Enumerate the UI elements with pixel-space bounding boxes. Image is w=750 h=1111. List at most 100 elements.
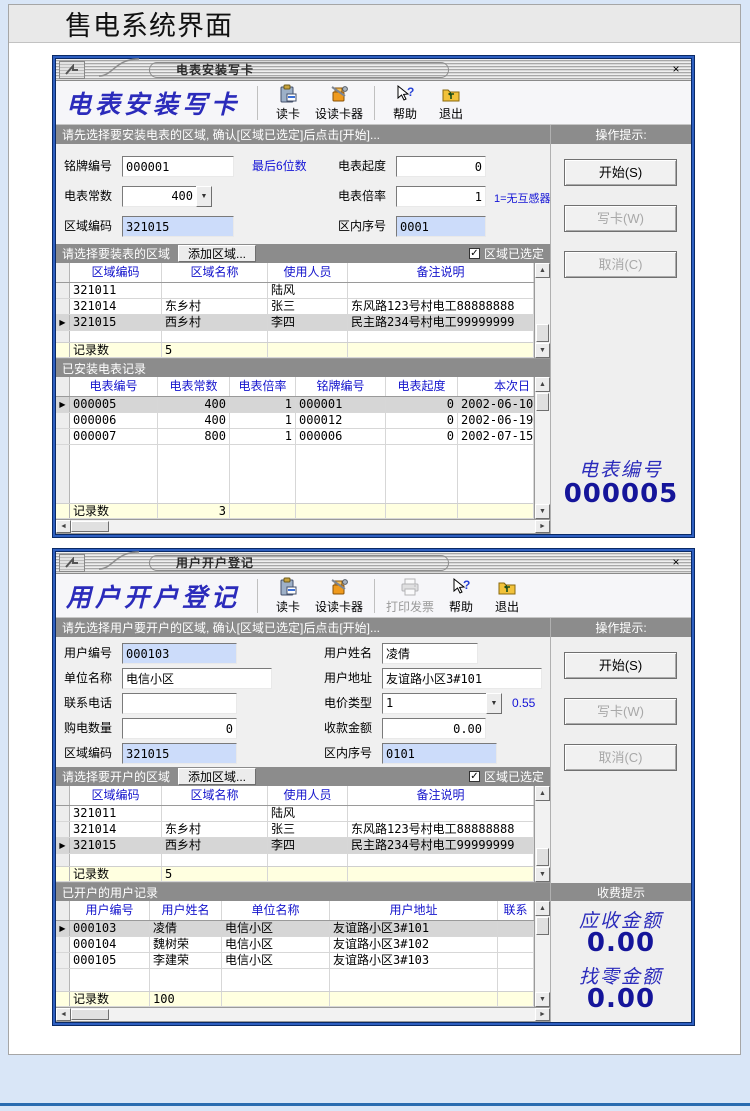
add-area-button[interactable]: 添加区域... [178, 245, 256, 262]
start-reading-input[interactable] [396, 156, 486, 177]
scroll-left-icon[interactable]: ◄ [56, 1008, 71, 1021]
titlebar[interactable]: 电表安装写卡 × [56, 59, 691, 81]
write-card-button[interactable]: 写卡(W) [564, 698, 677, 725]
chevron-down-icon[interactable]: ▼ [196, 186, 212, 207]
scroll-thumb[interactable] [536, 848, 549, 866]
scroll-down-icon[interactable]: ▼ [535, 504, 550, 519]
unit-name-input[interactable] [122, 668, 272, 689]
price-type-combo[interactable]: 1 ▼ [382, 693, 502, 714]
record-count-row: 记录数 100 [56, 991, 534, 1007]
users-section-bar: 已开户的用户记录 [56, 883, 550, 901]
toolbar-button-read-card[interactable]: 读卡 [265, 83, 311, 123]
toolbar-button-help[interactable]: ? 帮助 [438, 576, 484, 616]
scroll-down-icon[interactable]: ▼ [535, 992, 550, 1007]
close-icon[interactable]: × [668, 555, 684, 570]
toolbar-button-help[interactable]: ? 帮助 [382, 83, 428, 123]
users-grid: 用户编号 用户姓名 单位名称 用户地址 联系 ▶ 000103 凌倩 电信小区 … [56, 901, 550, 1008]
scroll-up-icon[interactable]: ▲ [535, 901, 550, 916]
field-label: 区内序号 [324, 743, 372, 764]
scroll-thumb[interactable] [71, 1009, 109, 1020]
scroll-up-icon[interactable]: ▲ [535, 377, 550, 392]
nameplate-input[interactable] [122, 156, 234, 177]
scroll-right-icon[interactable]: ► [535, 520, 550, 533]
area-selected-label: 区域已选定 [484, 768, 544, 785]
table-row-selected[interactable]: ▶ 321015 西乡村 李四 民主路234号村电工99999999 [56, 838, 534, 854]
scroll-thumb[interactable] [536, 324, 549, 342]
scroll-thumb[interactable] [71, 521, 109, 532]
field-label: 区域编码 [64, 743, 112, 764]
table-row[interactable]: 000007 800 1 000006 0 2002-07-15 [56, 429, 534, 445]
toolbar: 用户开户登记 读卡 设读卡器 打印发票 ? 帮助 退出 [56, 574, 691, 618]
amount-received-input[interactable] [382, 718, 486, 739]
toolbar-button-set-reader[interactable]: 设读卡器 [311, 576, 367, 616]
scroll-up-icon[interactable]: ▲ [535, 263, 550, 278]
toolbar-button-set-reader[interactable]: 设读卡器 [311, 83, 367, 123]
table-row[interactable]: 000006 400 1 000012 0 2002-06-19 [56, 413, 534, 429]
scroll-right-icon[interactable]: ► [535, 1008, 550, 1021]
start-button[interactable]: 开始(S) [564, 159, 677, 186]
start-button[interactable]: 开始(S) [564, 652, 677, 679]
add-area-button[interactable]: 添加区域... [178, 768, 256, 785]
scroll-thumb[interactable] [536, 917, 549, 935]
area-selected-checkbox[interactable]: ✓ [469, 248, 480, 259]
titlebar[interactable]: 用户开户登记 × [56, 552, 691, 574]
operation-panel: 操作提示: 开始(S) 写卡(W) 取消(C) 收费提示 应收金额 0.00 找… [550, 618, 691, 1022]
toolbar-separator [374, 579, 375, 613]
cancel-button[interactable]: 取消(C) [564, 251, 677, 278]
cancel-button[interactable]: 取消(C) [564, 744, 677, 771]
help-cursor-icon: ? [395, 84, 415, 104]
page-title: 售电系统界面 [9, 5, 740, 43]
vertical-scrollbar[interactable]: ▲ ▼ [534, 377, 550, 519]
toolbar-separator [374, 86, 375, 120]
table-row[interactable]: 000104 魏树荣 电信小区 友谊路小区3#102 [56, 937, 534, 953]
toolbar-button-exit[interactable]: 退出 [428, 83, 474, 123]
table-row-selected[interactable]: ▶ 000103 凌倩 电信小区 友谊路小区3#101 [56, 921, 534, 937]
meter-ratio-input[interactable] [396, 186, 486, 207]
svg-text:?: ? [463, 578, 470, 592]
meter-number-value: 000005 [551, 479, 691, 509]
purchase-qty-input[interactable] [122, 718, 237, 739]
vertical-scrollbar[interactable]: ▲ ▼ [534, 786, 550, 882]
toolbar-button-print-invoice[interactable]: 打印发票 [382, 576, 438, 616]
toolbar-button-exit[interactable]: 退出 [484, 576, 530, 616]
page-bottom-rule [0, 1103, 750, 1106]
toolbar-button-read-card[interactable]: 读卡 [265, 576, 311, 616]
reader-setup-icon [329, 84, 349, 104]
write-card-button[interactable]: 写卡(W) [564, 205, 677, 232]
contact-phone-input[interactable] [122, 693, 237, 714]
table-row[interactable]: 321014 东乡村 张三 东风路123号村电工88888888 [56, 822, 534, 838]
scroll-down-icon[interactable]: ▼ [535, 343, 550, 358]
horizontal-scrollbar[interactable]: ◄ ► [56, 520, 550, 534]
table-row-selected[interactable]: ▶ 321015 西乡村 李四 民主路234号村电工99999999 [56, 315, 534, 331]
toolbar-button-label: 设读卡器 [315, 105, 363, 122]
chevron-down-icon[interactable]: ▼ [486, 693, 502, 714]
table-row[interactable]: 321014 东乡村 张三 东风路123号村电工88888888 [56, 299, 534, 315]
vertical-scrollbar[interactable]: ▲ ▼ [534, 901, 550, 1007]
area-grid: 区域编码 区域名称 使用人员 备注说明 321011 陆风 32 [56, 263, 550, 359]
vertical-scrollbar[interactable]: ▲ ▼ [534, 263, 550, 358]
clipboard-card-icon [278, 84, 298, 104]
area-selected-checkbox[interactable]: ✓ [469, 771, 480, 782]
svg-text:?: ? [407, 85, 414, 99]
window-title: 电表安装写卡 [176, 61, 254, 78]
scroll-down-icon[interactable]: ▼ [535, 867, 550, 882]
table-row[interactable]: 000105 李建荣 电信小区 友谊路小区3#103 [56, 953, 534, 969]
user-name-input[interactable] [382, 643, 478, 664]
row-selector-arrow: ▶ [56, 397, 70, 412]
table-row-selected[interactable]: ▶ 000005 400 1 000001 0 2002-06-10 [56, 397, 534, 413]
meters-section-bar: 已安装电表记录 [56, 359, 550, 377]
scroll-thumb[interactable] [536, 393, 549, 411]
field-label: 用户姓名 [324, 643, 372, 664]
field-label: 区内序号 [338, 216, 386, 237]
area-section-title: 请选择要装表的区域 [62, 245, 170, 262]
meter-constant-combo[interactable]: 400 ▼ [122, 186, 212, 207]
meters-grid: 电表编号 电表常数 电表倍率 铭牌编号 电表起度 本次日 ▶ 000005 40… [56, 377, 550, 520]
user-address-input[interactable] [382, 668, 542, 689]
scroll-up-icon[interactable]: ▲ [535, 786, 550, 801]
scroll-left-icon[interactable]: ◄ [56, 520, 71, 533]
close-icon[interactable]: × [668, 62, 684, 77]
table-row[interactable]: 321011 陆风 [56, 283, 534, 299]
table-row[interactable]: 321011 陆风 [56, 806, 534, 822]
row-selector-arrow: ▶ [56, 838, 70, 853]
horizontal-scrollbar[interactable]: ◄ ► [56, 1008, 550, 1022]
